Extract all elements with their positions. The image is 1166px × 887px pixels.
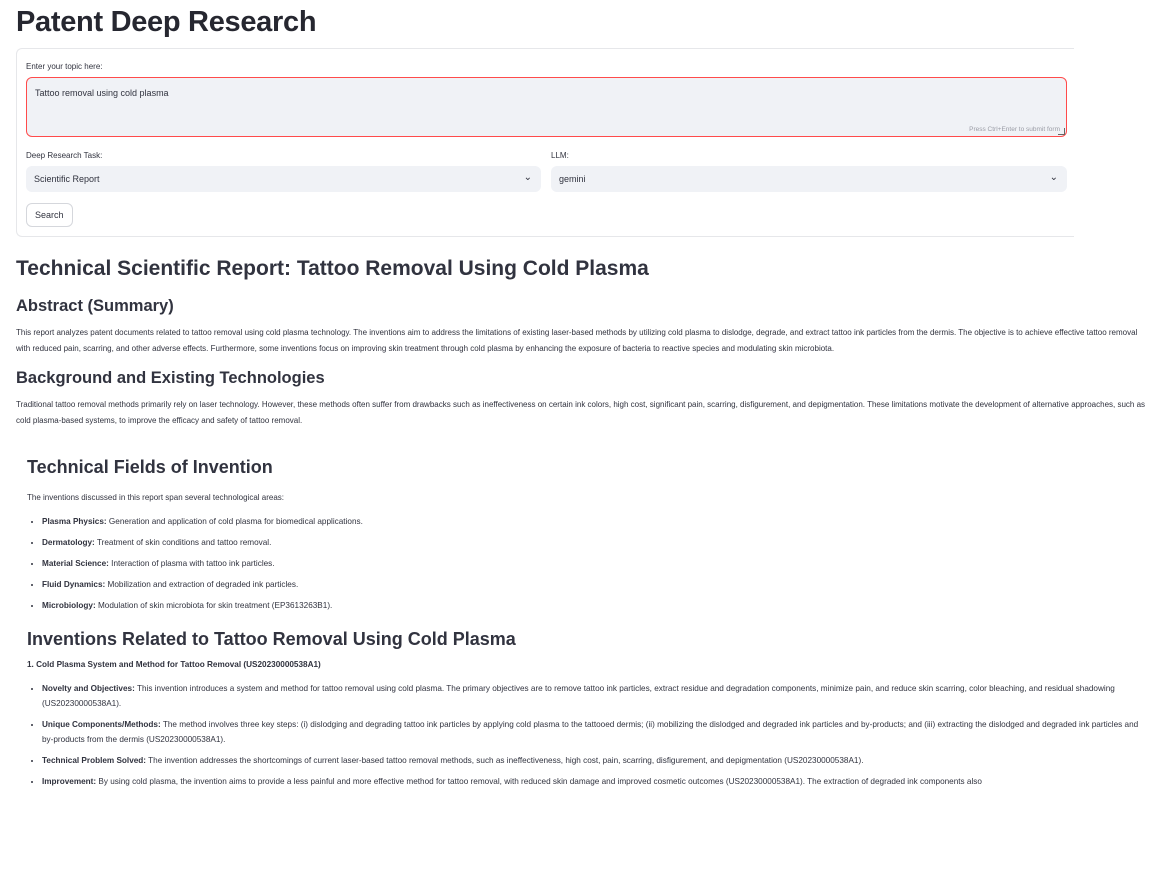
list-item: Fluid Dynamics: Mobilization and extract… xyxy=(42,577,1150,592)
submit-hint: Press Ctrl+Enter to submit form xyxy=(969,126,1060,133)
list-item: Improvement: By using cold plasma, the i… xyxy=(42,774,1150,789)
search-button[interactable]: Search xyxy=(26,203,73,227)
abstract-section: Abstract (Summary) This report analyzes … xyxy=(16,297,1150,357)
list-item: Technical Problem Solved: The invention … xyxy=(42,753,1150,768)
resize-handle-icon[interactable] xyxy=(1058,128,1065,135)
patent-heading: 1. Cold Plasma System and Method for Tat… xyxy=(27,660,1150,669)
list-item: Unique Components/Methods: The method in… xyxy=(42,717,1150,747)
fields-heading: Technical Fields of Invention xyxy=(27,457,1150,478)
task-label: Deep Research Task: xyxy=(26,151,102,160)
report-title: Technical Scientific Report: Tattoo Remo… xyxy=(16,257,1150,281)
background-text: Traditional tattoo removal methods prima… xyxy=(16,397,1150,429)
background-section: Background and Existing Technologies Tra… xyxy=(16,369,1150,429)
llm-label: LLM: xyxy=(551,151,569,160)
list-item: Material Science: Interaction of plasma … xyxy=(42,556,1150,571)
topic-label: Enter your topic here: xyxy=(26,62,102,71)
task-select[interactable]: Scientific Report ⌄ xyxy=(26,166,541,192)
topic-textarea[interactable]: Tattoo removal using cold plasma Press C… xyxy=(26,77,1067,137)
llm-select-value: gemini xyxy=(559,174,586,184)
fields-list: Plasma Physics: Generation and applicati… xyxy=(27,514,1150,613)
abstract-text: This report analyzes patent documents re… xyxy=(16,325,1150,357)
task-select-value: Scientific Report xyxy=(34,174,100,184)
patent-points-list: Novelty and Objectives: This invention i… xyxy=(27,681,1150,789)
background-heading: Background and Existing Technologies xyxy=(16,369,1150,388)
list-item: Novelty and Objectives: This invention i… xyxy=(42,681,1150,711)
inventions-heading: Inventions Related to Tattoo Removal Usi… xyxy=(27,629,1150,650)
research-form: Enter your topic here: Tattoo removal us… xyxy=(16,48,1074,237)
fields-section: Technical Fields of Invention The invent… xyxy=(16,457,1150,613)
list-item: Microbiology: Modulation of skin microbi… xyxy=(42,598,1150,613)
abstract-heading: Abstract (Summary) xyxy=(16,297,1150,316)
chevron-down-icon: ⌄ xyxy=(524,172,532,183)
main-content: Patent Deep Research Enter your topic he… xyxy=(0,0,1166,789)
list-item: Dermatology: Treatment of skin condition… xyxy=(42,535,1150,550)
llm-select[interactable]: gemini ⌄ xyxy=(551,166,1067,192)
inventions-section: Inventions Related to Tattoo Removal Usi… xyxy=(16,629,1150,789)
list-item: Plasma Physics: Generation and applicati… xyxy=(42,514,1150,529)
app-title: Patent Deep Research xyxy=(16,0,1150,39)
topic-value: Tattoo removal using cold plasma xyxy=(35,88,169,98)
fields-intro: The inventions discussed in this report … xyxy=(27,490,1150,506)
chevron-down-icon: ⌄ xyxy=(1050,172,1058,183)
